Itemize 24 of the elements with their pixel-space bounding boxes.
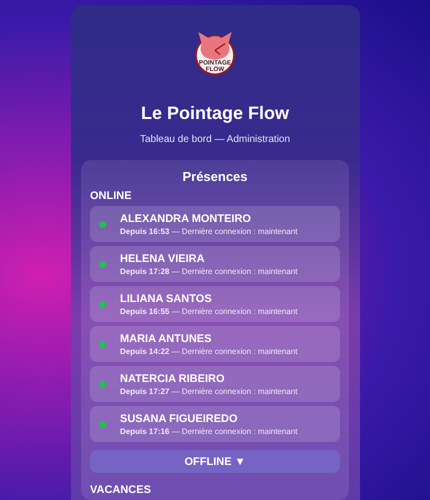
section-heading: ONLINE xyxy=(90,190,133,202)
offline-toggle[interactable]: OFFLINE ▼ xyxy=(90,450,340,473)
user-row[interactable]: MARIA ANTUNES Depuis 14:22 — Dernière connexion : maintenant xyxy=(90,326,340,362)
app-subtitle: Tableau de bord — Administration xyxy=(140,134,290,145)
panel-title: Présences xyxy=(181,169,249,184)
user-detail: Depuis 17:27 — Dernière connexion : maintenant xyxy=(120,386,298,396)
user-detail: Depuis 17:28 — Dernière connexion : maintenant xyxy=(120,266,298,276)
user-name: SUSANA FIGUEIREDO xyxy=(120,412,239,424)
user-detail: Depuis 16:53 — Dernière connexion : maintenant xyxy=(120,226,298,236)
app-title: Le Pointage Flow xyxy=(140,103,289,124)
user-name: MARIA ANTUNES xyxy=(120,332,212,344)
user-detail: Depuis 17:16 — Dernière connexion : maintenant xyxy=(120,426,298,436)
user-name: LILIANA SANTOS xyxy=(120,292,213,304)
user-name: ALEXANDRA MONTEIRO xyxy=(120,212,252,224)
user-row[interactable]: LILIANA SANTOS Depuis 16:55 — Dernière connexion : maintenant xyxy=(90,286,340,322)
user-name: NATERCIA RIBEIRO xyxy=(120,372,226,384)
user-name: HELENA VIEIRA xyxy=(120,252,206,264)
section-heading: VACANCES xyxy=(90,484,152,496)
user-row[interactable]: SUSANA FIGUEIREDO Depuis 17:16 — Dernière connexion : maintenant xyxy=(90,406,340,442)
user-detail: Depuis 14:22 — Dernière connexion : maintenant xyxy=(120,346,298,356)
user-row[interactable]: ALEXANDRA MONTEIRO Depuis 16:53 — Dernière connexion : maintenant xyxy=(90,206,340,242)
user-row[interactable]: HELENA VIEIRA Depuis 17:28 — Dernière connexion : maintenant xyxy=(90,246,340,282)
user-detail: Depuis 16:55 — Dernière connexion : maintenant xyxy=(120,306,298,316)
user-row[interactable]: NATERCIA RIBEIRO Depuis 17:27 — Dernière connexion : maintenant xyxy=(90,366,340,402)
